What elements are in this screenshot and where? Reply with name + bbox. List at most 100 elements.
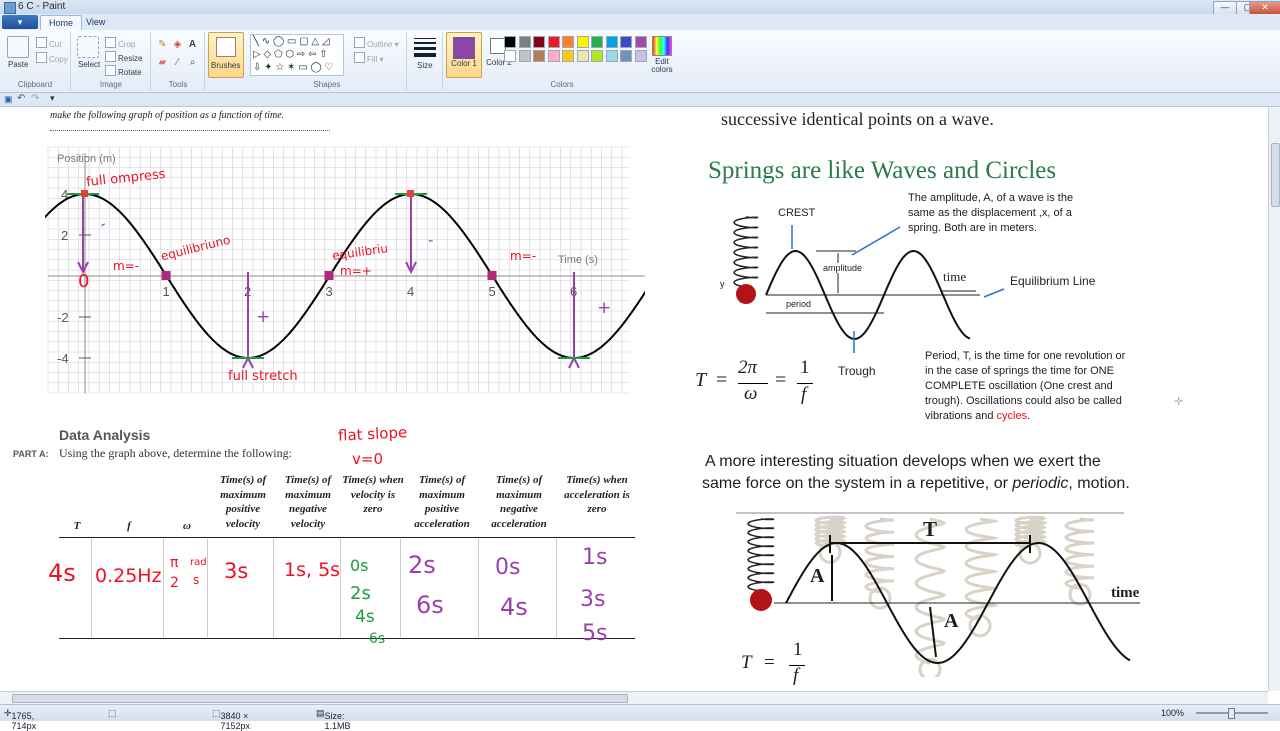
palette-swatch[interactable] <box>518 50 531 62</box>
copy-button[interactable]: Copy <box>36 52 68 64</box>
text-tool-icon[interactable]: A <box>186 38 199 51</box>
horizontal-scroll-thumb[interactable] <box>12 694 628 703</box>
palette-swatch[interactable] <box>504 50 516 62</box>
image-dimensions: ⬚ 3840 × 7152px <box>212 708 251 731</box>
answer-omega-den: 2 <box>170 575 179 591</box>
palette-swatch[interactable] <box>591 50 603 62</box>
note-plus-1: + <box>256 307 271 327</box>
status-bar: ✛ 1765, 714px ⬚ ⬚ 3840 × 7152px ▤ Size: … <box>0 704 1280 731</box>
edit-colors-icon[interactable] <box>652 36 672 56</box>
part-a-instruction: Using the graph above, determine the fol… <box>59 446 292 460</box>
y-axis-label: Position (m) <box>57 153 116 165</box>
palette-swatch[interactable] <box>620 36 632 48</box>
palette-swatch[interactable] <box>504 36 516 48</box>
answer-max-pos-velocity: 3s <box>224 559 249 583</box>
eraser-icon[interactable]: ▰ <box>156 56 169 69</box>
zoom-slider-thumb[interactable] <box>1228 708 1235 719</box>
x-tick-label: 4 <box>407 284 414 299</box>
palette-swatch[interactable] <box>547 36 560 48</box>
vertical-scroll-thumb[interactable] <box>1271 143 1280 207</box>
ghost-spring <box>1064 517 1095 590</box>
cursor-position: ✛ 1765, 714px <box>4 708 37 731</box>
palette-swatch[interactable] <box>634 36 647 48</box>
main-spring-coil <box>747 518 775 592</box>
palette-swatch[interactable] <box>576 36 589 48</box>
max-point <box>407 190 414 197</box>
edit-colors-button[interactable]: Edit colors <box>649 58 675 74</box>
answer-a-zero-0: 1s <box>582 545 608 570</box>
amplitude-pointer <box>851 226 901 256</box>
table-column-header: Time(s) when acceleration is zero <box>564 474 630 515</box>
fill-button[interactable]: Fill ▾ <box>354 52 383 64</box>
paste-button[interactable]: Paste <box>8 60 28 69</box>
paint-menu-button[interactable]: ▾ <box>2 15 38 29</box>
drawing-canvas[interactable]: make the following graph of position as … <box>0 107 1268 691</box>
horizontal-scrollbar[interactable] <box>0 691 1268 704</box>
graph-annotations <box>67 190 590 369</box>
table-bottom-rule <box>59 638 635 639</box>
crop-button[interactable]: Crop <box>105 37 135 49</box>
interesting-text-0: A more interesting situation develops wh… <box>705 453 1101 470</box>
color1-button[interactable]: Color 1 <box>446 32 482 78</box>
palette-swatch[interactable] <box>605 36 618 48</box>
size-icon[interactable] <box>414 38 436 57</box>
customize-qat-icon[interactable]: ▾ <box>50 93 55 104</box>
data-analysis-heading: Data Analysis <box>59 427 151 443</box>
palette-swatch[interactable] <box>562 50 574 62</box>
palette-swatch[interactable] <box>533 36 545 48</box>
outline-button[interactable]: Outline ▾ <box>354 37 399 49</box>
table-column-rule <box>556 539 557 637</box>
palette-swatch[interactable] <box>634 50 647 62</box>
paint-app-icon[interactable] <box>4 2 16 14</box>
redo-icon[interactable]: ↷ <box>31 93 39 104</box>
clipboard-group: Paste Cut Copy Clipboard <box>0 32 71 90</box>
tab-view[interactable]: View <box>78 15 113 30</box>
color-picker-icon[interactable]: ⁄ <box>171 56 184 69</box>
table-column-rule <box>273 539 274 637</box>
spring-coil <box>733 216 759 288</box>
selection-size-icon: ⬚ <box>108 708 117 718</box>
right-top-line: successive identical points on a wave. <box>721 109 994 129</box>
size-button[interactable]: Size <box>417 61 433 70</box>
paste-icon[interactable] <box>7 36 29 58</box>
quick-access-toolbar: ▣ ↶ ↷ ▾ <box>0 93 1280 107</box>
brushes-button[interactable]: Brushes <box>208 32 244 78</box>
undo-icon[interactable]: ↶ <box>17 93 25 104</box>
minimize-button[interactable]: — <box>1213 1 1237 15</box>
formula-eq-2: = <box>775 369 787 391</box>
shapes-gallery[interactable]: ╲ ∿ ◯ ▭ ▢ △ ◿ ▷ ◇ ⬠ ⬡ ⇨ ⇦ ⇧ ⇩ ✦ ☆ ✶ ▭ ◯ … <box>250 34 344 76</box>
color1-swatch <box>453 37 475 59</box>
pencil-icon[interactable]: ✎ <box>156 38 169 51</box>
palette-swatch[interactable] <box>576 50 589 62</box>
answer-v-zero-0: 0s <box>350 556 369 575</box>
save-icon[interactable]: ▣ <box>4 94 13 105</box>
trough-label: Trough <box>838 364 876 378</box>
select-button[interactable]: Select <box>78 60 100 69</box>
palette-swatch[interactable] <box>518 36 531 48</box>
palette-swatch[interactable] <box>591 36 603 48</box>
window-title: 6 C - Paint <box>18 1 66 12</box>
period-text-2: COMPLETE oscillation (One crest and <box>925 380 1113 392</box>
vertical-scrollbar[interactable] <box>1268 107 1280 691</box>
palette-swatch[interactable] <box>562 36 574 48</box>
cursor-crosshair-icon: ✛ <box>1174 396 1184 408</box>
copy-icon <box>36 52 47 63</box>
tools-label: Tools <box>168 80 188 89</box>
palette-swatch[interactable] <box>533 50 545 62</box>
tab-home[interactable]: Home <box>40 15 83 31</box>
diagram-T-label: T <box>923 517 938 541</box>
palette-swatch[interactable] <box>605 50 618 62</box>
time-label: time <box>943 269 967 284</box>
formula-eq-1: = <box>716 369 728 391</box>
palette-swatch[interactable] <box>547 50 560 62</box>
dotted-rule <box>50 130 330 131</box>
close-button[interactable]: ✕ <box>1249 1 1280 15</box>
fill-icon[interactable]: ◈ <box>171 38 184 51</box>
palette-swatch[interactable] <box>620 50 632 62</box>
magnifier-icon[interactable]: ⌕ <box>186 56 199 69</box>
rotate-button[interactable]: Rotate <box>105 65 142 77</box>
crest-label: CREST <box>778 207 816 219</box>
cut-button[interactable]: Cut <box>36 37 61 49</box>
select-icon[interactable] <box>77 36 99 58</box>
resize-button[interactable]: Resize <box>105 51 142 63</box>
